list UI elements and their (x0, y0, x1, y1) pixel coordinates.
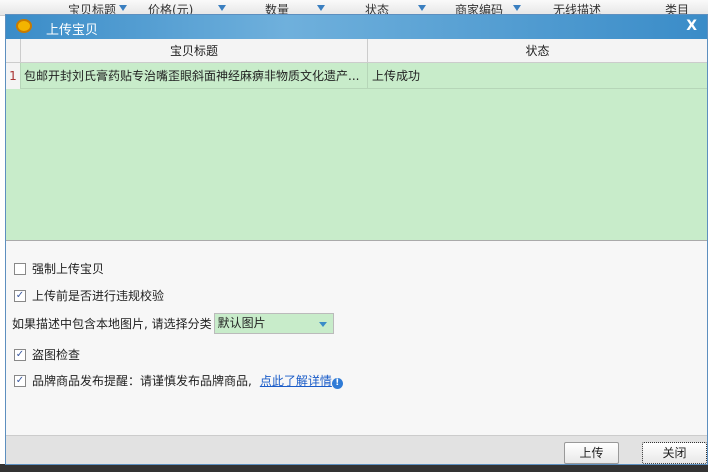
option-label: 强制上传宝贝 (32, 262, 105, 276)
dialog-title: 上传宝贝 (46, 23, 99, 38)
category-label: 如果描述中包含本地图片, 请选择分类 (12, 317, 212, 331)
image-theft-check-checkbox[interactable]: ✓ (14, 348, 26, 361)
col-header-status[interactable]: 状态 (368, 39, 707, 63)
option-label: 品牌商品发布提醒：请谨慎发布品牌商品, (32, 374, 252, 388)
violation-check-option[interactable]: ✓ 上传前是否进行违规校验 (14, 287, 164, 304)
filter-icon[interactable] (119, 5, 127, 11)
option-label: 上传前是否进行违规校验 (32, 289, 165, 303)
col-header-title[interactable]: 宝贝标题 (21, 39, 368, 63)
row-number-header (6, 39, 21, 63)
app-logo-icon (16, 19, 32, 33)
force-upload-option[interactable]: 强制上传宝贝 (14, 260, 104, 277)
row-number: 1 (6, 63, 21, 89)
details-link[interactable]: 点此了解详情 (260, 374, 332, 388)
force-upload-checkbox[interactable] (14, 262, 26, 275)
category-value: 默认图片 (217, 316, 266, 330)
option-label: 盗图检查 (32, 348, 81, 362)
brand-notice-option[interactable]: ✓ 品牌商品发布提醒：请谨慎发布品牌商品, 点此了解详情! (14, 372, 343, 389)
table-row[interactable]: 1 包邮开封刘氏膏药贴专治嘴歪眼斜面神经麻痹非物质文化遗产... 上传成功 (6, 63, 707, 89)
chevron-down-icon (318, 322, 327, 327)
filter-icon[interactable] (218, 5, 226, 11)
brand-notice-checkbox[interactable]: ✓ (14, 374, 26, 387)
cell-title: 包邮开封刘氏膏药贴专治嘴歪眼斜面神经麻痹非物质文化遗产... (21, 63, 368, 89)
close-icon[interactable]: X (686, 18, 697, 34)
filter-icon[interactable] (418, 5, 426, 11)
filter-icon[interactable] (513, 5, 521, 11)
category-option: 如果描述中包含本地图片, 请选择分类 默认图片 (12, 313, 334, 334)
violation-check-checkbox[interactable]: ✓ (14, 289, 26, 302)
dialog-titlebar[interactable]: 上传宝贝 X (6, 15, 707, 39)
close-button[interactable]: 关闭 (642, 442, 707, 464)
filter-icon[interactable] (317, 5, 325, 11)
cell-status: 上传成功 (372, 69, 421, 83)
image-theft-check-option[interactable]: ✓ 盗图检查 (14, 346, 80, 363)
upload-dialog: 上传宝贝 X 宝贝标题 状态 1 包邮开封刘氏膏药贴专治嘴歪眼斜面神经麻痹非物质… (5, 14, 708, 465)
background-content (0, 464, 708, 472)
category-select[interactable]: 默认图片 (213, 313, 334, 334)
upload-results-grid: 宝贝标题 状态 1 包邮开封刘氏膏药贴专治嘴歪眼斜面神经麻痹非物质文化遗产...… (6, 39, 707, 241)
upload-button[interactable]: 上传 (564, 442, 619, 464)
info-icon[interactable]: ! (331, 378, 343, 389)
dialog-footer: 上传 关闭 (6, 435, 707, 464)
